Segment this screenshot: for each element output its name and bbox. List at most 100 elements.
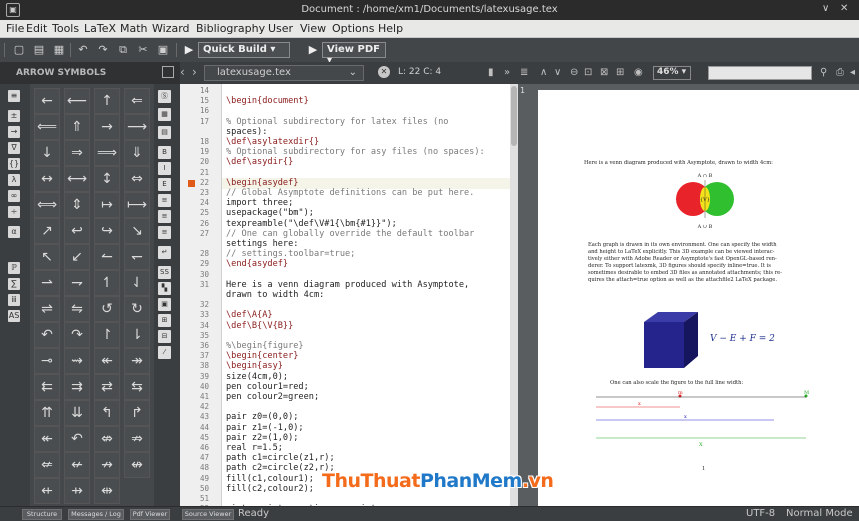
category-greek-icon[interactable]: λ <box>8 174 20 186</box>
arrow-left-icon[interactable]: ◂ <box>850 67 855 78</box>
strip-icon[interactable]: ≡ <box>158 194 171 207</box>
symbol-button[interactable]: ⇉ <box>64 374 90 400</box>
symbol-button[interactable]: ⟺ <box>34 192 60 218</box>
zoom-selector[interactable]: 46% ▾ <box>653 66 691 80</box>
symbol-button[interactable]: → <box>94 114 120 140</box>
code-line[interactable]: \begin{center} <box>226 351 298 361</box>
close-window-icon[interactable]: ✕ <box>840 3 848 14</box>
menu-wizard[interactable]: Wizard <box>152 22 190 35</box>
code-line[interactable]: \def\A{A} <box>226 310 273 320</box>
symbol-button[interactable]: ↱ <box>124 400 150 426</box>
strip-icon[interactable]: E <box>158 178 171 191</box>
symbol-button[interactable]: ↞ <box>34 426 60 452</box>
code-line[interactable]: \def\asydir{} <box>226 157 293 167</box>
code-line[interactable]: pair z0=(0,0); <box>226 412 298 422</box>
symbol-button[interactable]: ⟸ <box>34 114 60 140</box>
pdf-list-icon[interactable]: ≣ <box>520 67 528 78</box>
strip-icon[interactable]: ↵ <box>158 246 171 259</box>
symbol-button[interactable]: ↩ <box>64 218 90 244</box>
symbol-button[interactable]: ⇇ <box>34 374 60 400</box>
code-line[interactable]: spaces): <box>226 127 267 137</box>
code-line[interactable]: pen colour2=green; <box>226 392 319 402</box>
symbol-button[interactable]: ⇝ <box>64 348 90 374</box>
menu-file[interactable]: File <box>6 22 24 35</box>
symbol-button[interactable]: ⇎ <box>94 426 120 452</box>
symbol-button[interactable]: ↪ <box>94 218 120 244</box>
symbol-button[interactable]: ↙ <box>64 244 90 270</box>
symbol-button[interactable]: ⟵ <box>64 88 90 114</box>
symbol-button[interactable]: ⇍ <box>34 452 60 478</box>
open-file-icon[interactable]: ▤ <box>32 43 46 57</box>
paste-icon[interactable]: ▣ <box>156 43 170 57</box>
symbol-button[interactable]: ↺ <box>94 296 120 322</box>
category-misc-icon[interactable]: {} <box>8 158 20 170</box>
fullscreen-icon[interactable]: ⊞ <box>616 67 624 78</box>
source-viewer-button[interactable]: Source Viewer <box>182 509 234 520</box>
code-line[interactable]: // Global Asymptote definitions can be p… <box>226 188 474 198</box>
code-line[interactable]: pair z1=(-1,0); <box>226 423 304 433</box>
strip-icon[interactable]: I <box>158 162 171 175</box>
close-document-icon[interactable]: ✕ <box>378 66 390 78</box>
code-editor[interactable]: \begin{document} % Optional subdirectory … <box>222 84 510 506</box>
symbol-button[interactable]: ⇒ <box>64 140 90 166</box>
symbol-button[interactable]: ⟷ <box>64 166 90 192</box>
symbol-button[interactable]: ↛ <box>94 452 120 478</box>
category-ascii-icon[interactable]: AS <box>8 310 20 322</box>
menu-help[interactable]: Help <box>378 22 403 35</box>
strip-icon[interactable]: ⊞ <box>158 314 171 327</box>
pdf-expand-icon[interactable]: » <box>504 67 510 78</box>
symbol-button[interactable]: ↔ <box>34 166 60 192</box>
pdf-viewer[interactable]: 1 Here is a venn diagram produced with A… <box>518 84 859 506</box>
strip-icon[interactable]: SS <box>158 266 171 279</box>
symbol-button[interactable]: ↶ <box>64 426 90 452</box>
view-pdf-combo[interactable]: View PDF ▾ <box>322 42 386 66</box>
code-line[interactable]: % Optional subdirectory for latex files … <box>226 117 448 127</box>
open-document-selector[interactable]: latexusage.tex ⌄ <box>204 65 364 81</box>
view-run-icon[interactable]: ▶ <box>306 43 320 57</box>
symbol-button[interactable]: ⇂ <box>124 322 150 348</box>
symbol-button[interactable]: ⟶ <box>124 114 150 140</box>
code-line[interactable]: Here is a venn diagram produced with Asy… <box>226 280 469 290</box>
symbol-button[interactable]: ↖ <box>34 244 60 270</box>
menu-math[interactable]: Math <box>120 22 148 35</box>
strip-icon[interactable]: ⊟ <box>158 330 171 343</box>
symbol-button[interactable]: ↰ <box>94 400 120 426</box>
symbol-button[interactable]: ↞ <box>94 348 120 374</box>
code-line[interactable]: \begin{asydef} <box>226 178 298 188</box>
symbol-button[interactable]: ↮ <box>124 452 150 478</box>
symbol-button[interactable]: ⟹ <box>94 140 120 166</box>
symbol-button[interactable]: ← <box>34 88 60 114</box>
run-icon[interactable]: ▶ <box>182 43 196 57</box>
symbol-button[interactable]: ⇃ <box>124 270 150 296</box>
quick-build-combo[interactable]: Quick Build ▾ <box>198 42 290 58</box>
category-greek-lower-icon[interactable]: α <box>8 226 20 238</box>
pdf-zoom-out-icon[interactable]: ⊖ <box>570 67 578 78</box>
code-line[interactable]: pen colour1=red; <box>226 382 309 392</box>
messages-log-button[interactable]: Messages / Log <box>68 509 124 520</box>
category-relation-icon[interactable]: ≡ <box>8 90 20 102</box>
category-fonts-icon[interactable]: ℙ <box>8 262 20 274</box>
new-file-icon[interactable]: ▢ <box>12 43 26 57</box>
category-operators-icon[interactable]: ± <box>8 110 20 122</box>
symbol-button[interactable]: ⇓ <box>124 140 150 166</box>
code-line[interactable]: fill(c1,colour1); <box>226 474 314 484</box>
symbol-button[interactable]: ⇁ <box>64 270 90 296</box>
menu-latex[interactable]: LaTeX <box>84 22 116 35</box>
strip-icon[interactable]: ⁄ <box>158 346 171 359</box>
symbol-button[interactable]: ↻ <box>124 296 150 322</box>
scrollbar-thumb[interactable] <box>511 86 517 146</box>
code-line[interactable]: // settings.toolbar=true; <box>226 249 355 259</box>
pdf-search-input[interactable] <box>708 66 812 80</box>
symbol-button[interactable]: ⇸ <box>64 478 90 504</box>
menu-tools[interactable]: Tools <box>52 22 79 35</box>
symbol-button[interactable]: ↼ <box>94 244 120 270</box>
symbol-button[interactable]: ⇕ <box>64 192 90 218</box>
symbol-button[interactable]: ⇋ <box>64 296 90 322</box>
symbol-button[interactable]: ↓ <box>34 140 60 166</box>
code-line[interactable]: % Optional subdirectory for asy files (n… <box>226 147 485 157</box>
symbol-button[interactable]: ↕ <box>94 166 120 192</box>
symbol-button[interactable]: ⇹ <box>94 478 120 504</box>
symbol-button[interactable]: ⇑ <box>64 114 90 140</box>
eye-icon[interactable]: ◉ <box>634 67 643 78</box>
symbol-button[interactable]: ⇌ <box>34 296 60 322</box>
